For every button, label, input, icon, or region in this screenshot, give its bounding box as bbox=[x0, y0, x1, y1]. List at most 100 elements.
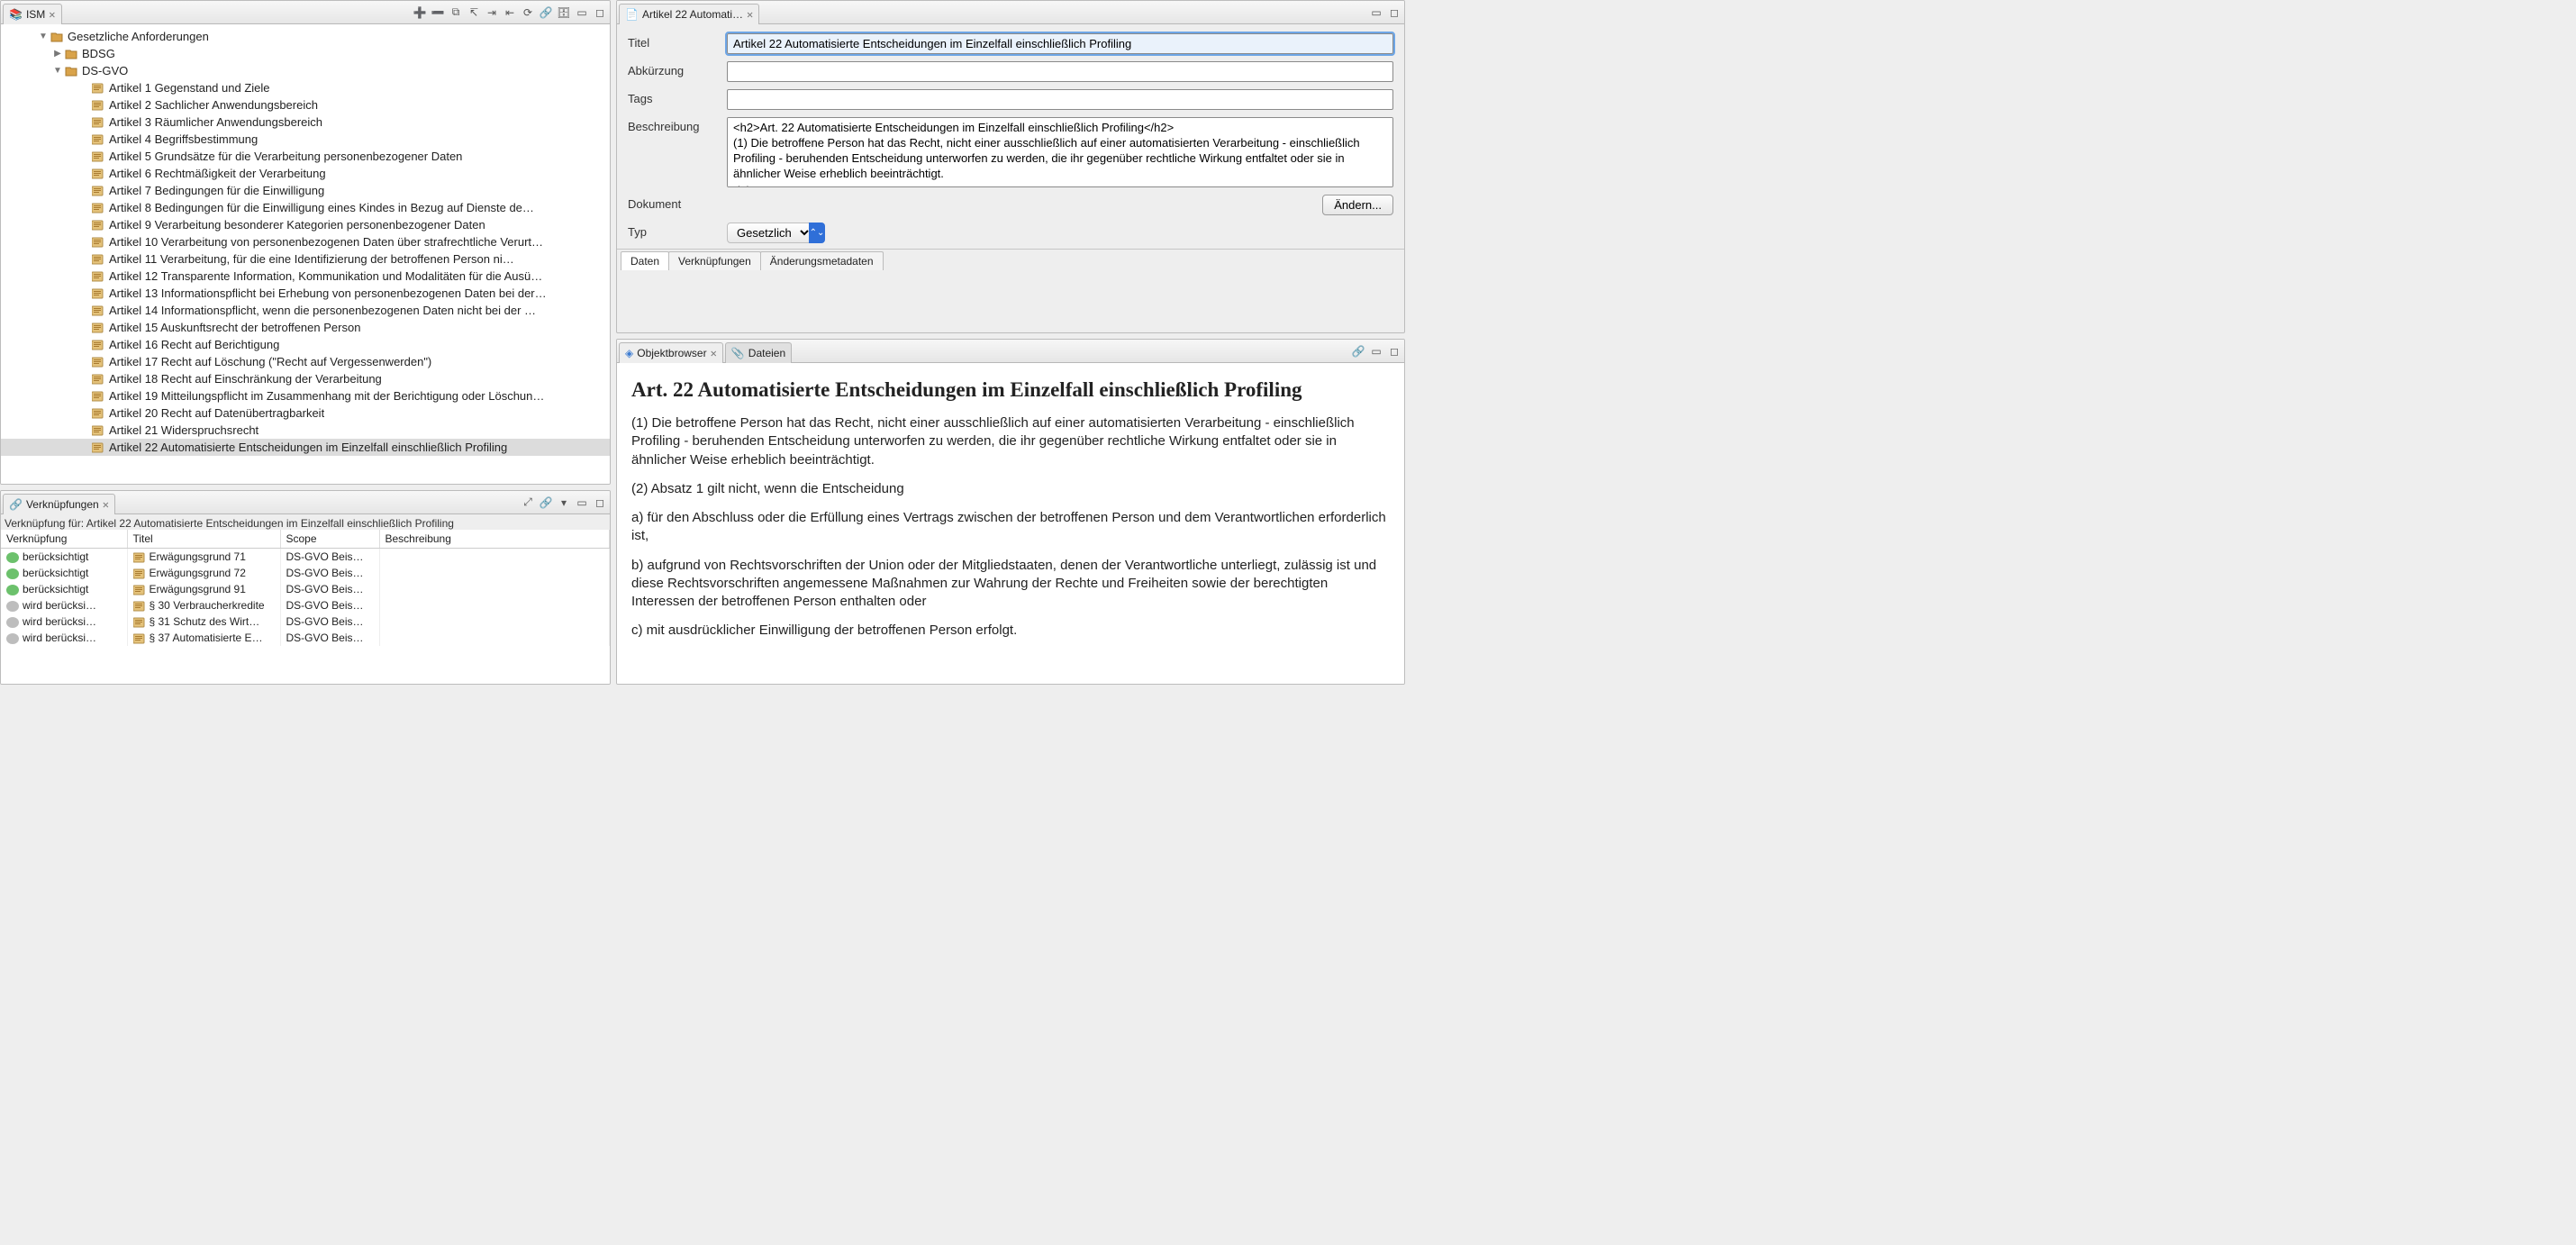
col-header[interactable]: Verknüpfung bbox=[1, 530, 127, 549]
table-row[interactable]: wird berücksi… § 30 Verbraucherkredite D… bbox=[1, 597, 610, 613]
verkn-tab[interactable]: 🔗 Verknüpfungen ✕ bbox=[3, 494, 115, 514]
node-label: DS-GVO bbox=[82, 64, 128, 77]
tree-row[interactable]: Artikel 2 Sachlicher Anwendungsbereich bbox=[1, 96, 610, 114]
minimize-icon[interactable]: ▭ bbox=[574, 495, 590, 511]
editor-tabbar: 📄 Artikel 22 Automati… ✕ ▭ ◻ bbox=[617, 1, 1404, 24]
table-row[interactable]: wird berücksi… § 37 Automatisierte E… DS… bbox=[1, 630, 610, 646]
tree-row[interactable]: Artikel 8 Bedingungen für die Einwilligu… bbox=[1, 199, 610, 216]
close-icon[interactable]: ✕ bbox=[711, 347, 717, 359]
node-icon bbox=[64, 65, 78, 77]
beschr-textarea[interactable]: <h2>Art. 22 Automatisierte Entscheidunge… bbox=[727, 117, 1393, 187]
doc-para: c) mit ausdrücklicher Einwilligung der b… bbox=[631, 622, 1390, 640]
refresh-icon[interactable]: ⟳ bbox=[520, 5, 536, 21]
editor-subtab[interactable]: Änderungsmetadaten bbox=[760, 251, 884, 270]
tree-row[interactable]: Artikel 13 Informationspflicht bei Erheb… bbox=[1, 285, 610, 302]
verkn-body: VerknüpfungTitelScopeBeschreibung berück… bbox=[1, 530, 610, 684]
cell-desc bbox=[379, 565, 610, 581]
tree-icon[interactable]: 🗄 bbox=[556, 5, 572, 21]
obj-tabbar: ◈ Objektbrowser ✕ 📎 Dateien 🔗 ▭ ◻ bbox=[617, 340, 1404, 363]
close-icon[interactable]: ✕ bbox=[747, 8, 753, 21]
editor-subtab[interactable]: Verknüpfungen bbox=[668, 251, 761, 270]
table-row[interactable]: berücksichtigt Erwägungsgrund 72 DS-GVO … bbox=[1, 565, 610, 581]
maximize-icon[interactable]: ◻ bbox=[1386, 343, 1402, 359]
cell-desc bbox=[379, 597, 610, 613]
tree-row[interactable]: Artikel 11 Verarbeitung, für die eine Id… bbox=[1, 250, 610, 268]
export-icon[interactable]: ⇤ bbox=[502, 5, 518, 21]
node-label: BDSG bbox=[82, 47, 115, 60]
minimize-icon[interactable]: ▭ bbox=[574, 5, 590, 21]
maximize-icon[interactable]: ◻ bbox=[592, 495, 608, 511]
doc-para: b) aufgrund von Rechtsvorschriften der U… bbox=[631, 557, 1390, 612]
close-icon[interactable]: ✕ bbox=[103, 498, 109, 511]
cell-scope: DS-GVO Beis… bbox=[280, 597, 379, 613]
twisty-icon[interactable]: ▼ bbox=[37, 32, 50, 41]
cell-rel: berücksichtigt bbox=[23, 567, 88, 579]
tree-row[interactable]: Artikel 4 Begriffsbestimmung bbox=[1, 131, 610, 148]
editor-tab[interactable]: 📄 Artikel 22 Automati… ✕ bbox=[619, 4, 759, 24]
close-icon[interactable]: ✕ bbox=[49, 8, 55, 21]
new-icon[interactable]: ➕ bbox=[412, 5, 428, 21]
tree-row[interactable]: Artikel 17 Recht auf Löschung ("Recht au… bbox=[1, 353, 610, 370]
tree-row[interactable]: ▶ BDSG bbox=[1, 45, 610, 62]
import-icon[interactable]: ⇥ bbox=[484, 5, 500, 21]
link-icon[interactable]: 🔗 bbox=[538, 5, 554, 21]
tree-row[interactable]: Artikel 6 Rechtmäßigkeit der Verarbeitun… bbox=[1, 165, 610, 182]
tree-row[interactable]: Artikel 22 Automatisierte Entscheidungen… bbox=[1, 439, 610, 456]
tree-row[interactable]: Artikel 15 Auskunftsrecht der betroffene… bbox=[1, 319, 610, 336]
copy-icon[interactable]: ⧉ bbox=[448, 5, 464, 21]
sync-icon[interactable]: 🔗 bbox=[538, 495, 554, 511]
collapse-icon[interactable]: ↸ bbox=[466, 5, 482, 21]
menu-icon[interactable]: ▾ bbox=[556, 495, 572, 511]
aendern-button[interactable]: Ändern... bbox=[1322, 195, 1393, 215]
node-icon bbox=[91, 373, 105, 386]
table-row[interactable]: berücksichtigt Erwägungsgrund 91 DS-GVO … bbox=[1, 581, 610, 597]
editor-subtab[interactable]: Daten bbox=[621, 251, 669, 270]
tree-row[interactable]: Artikel 20 Recht auf Datenübertragbarkei… bbox=[1, 404, 610, 422]
tree-row[interactable]: Artikel 18 Recht auf Einschränkung der V… bbox=[1, 370, 610, 387]
node-icon bbox=[91, 339, 105, 351]
sync-icon[interactable]: 🔗 bbox=[1350, 343, 1366, 359]
verkn-table[interactable]: VerknüpfungTitelScopeBeschreibung berück… bbox=[1, 530, 610, 646]
tree-row[interactable]: Artikel 10 Verarbeitung von personenbezo… bbox=[1, 233, 610, 250]
tab-label: Objektbrowser bbox=[637, 347, 706, 359]
delete-icon[interactable]: ➖ bbox=[430, 5, 446, 21]
tree-row[interactable]: Artikel 7 Bedingungen für die Einwilligu… bbox=[1, 182, 610, 199]
twisty-icon[interactable]: ▶ bbox=[51, 49, 64, 59]
tree-row[interactable]: Artikel 14 Informationspflicht, wenn die… bbox=[1, 302, 610, 319]
tree-row[interactable]: Artikel 3 Räumlicher Anwendungsbereich bbox=[1, 114, 610, 131]
tree-row[interactable]: Artikel 5 Grundsätze für die Verarbeitun… bbox=[1, 148, 610, 165]
minimize-icon[interactable]: ▭ bbox=[1368, 343, 1384, 359]
tree-row[interactable]: ▼ DS-GVO bbox=[1, 62, 610, 79]
relation-icon bbox=[6, 633, 19, 644]
node-label: Artikel 1 Gegenstand und Ziele bbox=[109, 81, 270, 95]
typ-select[interactable]: Gesetzlich bbox=[727, 223, 812, 243]
col-header[interactable]: Scope bbox=[280, 530, 379, 549]
objektbrowser-tab[interactable]: ◈ Objektbrowser ✕ bbox=[619, 342, 723, 363]
ism-tab[interactable]: 📚 ISM ✕ bbox=[3, 4, 62, 24]
tree-row[interactable]: Artikel 1 Gegenstand und Ziele bbox=[1, 79, 610, 96]
tree-row[interactable]: ▼ Gesetzliche Anforderungen bbox=[1, 28, 610, 45]
tree-row[interactable]: Artikel 16 Recht auf Berichtigung bbox=[1, 336, 610, 353]
tree-row[interactable]: Artikel 9 Verarbeitung besonderer Katego… bbox=[1, 216, 610, 233]
ism-tree[interactable]: ▼ Gesetzliche Anforderungen ▶ BDSG ▼ DS-… bbox=[1, 24, 610, 459]
tree-row[interactable]: Artikel 19 Mitteilungspflicht im Zusamme… bbox=[1, 387, 610, 404]
expand-icon[interactable]: ⤢ bbox=[520, 495, 536, 511]
objektbrowser-body: Art. 22 Automatisierte Entscheidungen im… bbox=[617, 363, 1404, 684]
col-header[interactable]: Titel bbox=[127, 530, 280, 549]
cell-title: Erwägungsgrund 72 bbox=[150, 567, 246, 579]
minimize-icon[interactable]: ▭ bbox=[1368, 5, 1384, 21]
tree-row[interactable]: Artikel 12 Transparente Information, Kom… bbox=[1, 268, 610, 285]
tree-row[interactable]: Artikel 21 Widerspruchsrecht bbox=[1, 422, 610, 439]
table-row[interactable]: wird berücksi… § 31 Schutz des Wirt… DS-… bbox=[1, 613, 610, 630]
maximize-icon[interactable]: ◻ bbox=[1386, 5, 1402, 21]
table-row[interactable]: berücksichtigt Erwägungsgrund 71 DS-GVO … bbox=[1, 549, 610, 566]
label-tags: Tags bbox=[628, 89, 718, 105]
tags-input[interactable] bbox=[727, 89, 1393, 110]
twisty-icon[interactable]: ▼ bbox=[51, 66, 64, 76]
maximize-icon[interactable]: ◻ bbox=[592, 5, 608, 21]
dateien-tab[interactable]: 📎 Dateien bbox=[725, 342, 792, 363]
col-header[interactable]: Beschreibung bbox=[379, 530, 610, 549]
titel-input[interactable] bbox=[727, 33, 1393, 54]
editor-bottom-tabs: DatenVerknüpfungenÄnderungsmetadaten bbox=[617, 249, 1404, 270]
abk-input[interactable] bbox=[727, 61, 1393, 82]
